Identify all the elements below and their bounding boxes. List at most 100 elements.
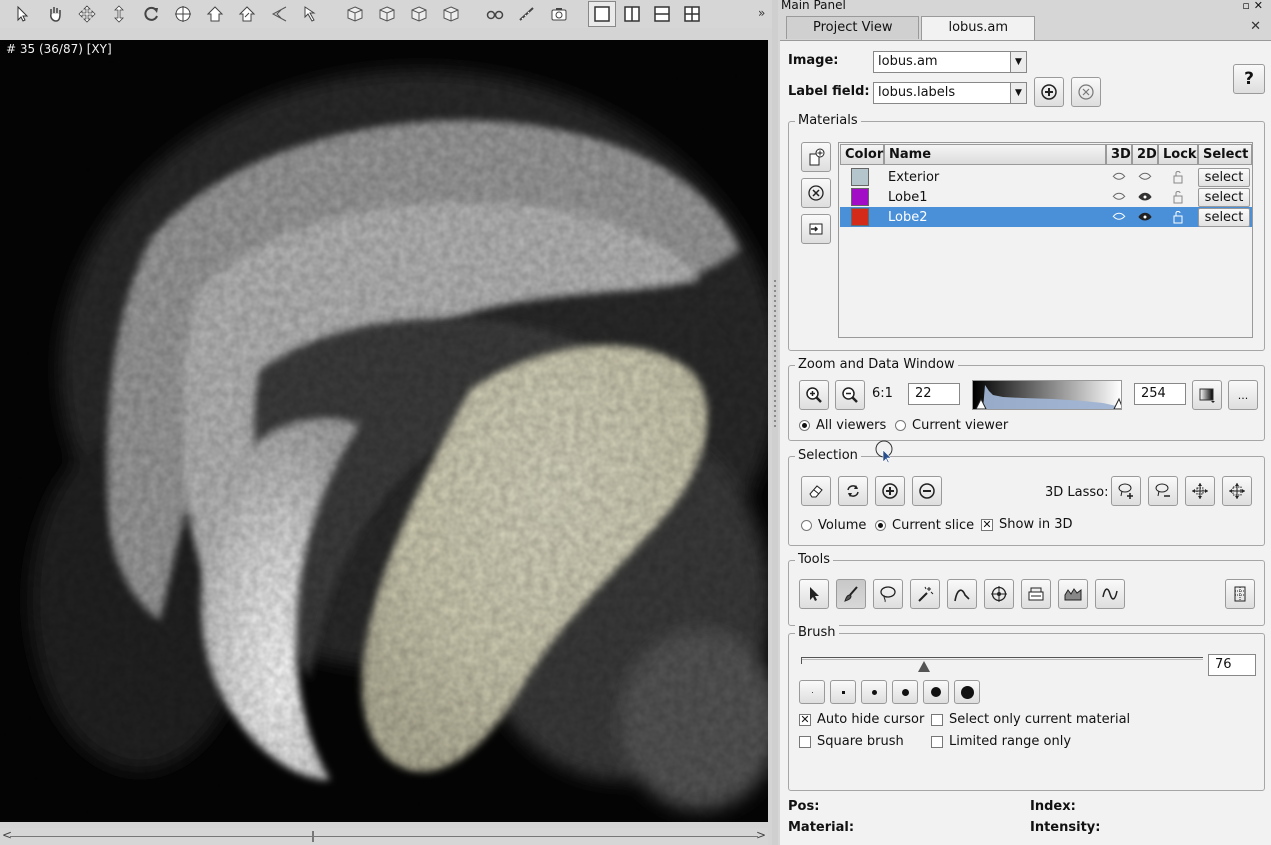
volume-option[interactable]: Volume <box>801 518 866 533</box>
livewire-tool-button[interactable] <box>1095 579 1125 609</box>
tool-options-button[interactable] <box>1225 579 1255 609</box>
colormap-button[interactable] <box>1192 380 1222 410</box>
more-options-button[interactable]: ... <box>1228 380 1258 410</box>
home-icon[interactable] <box>200 2 230 26</box>
close-tab-icon[interactable]: ✕ <box>1250 19 1261 34</box>
remove-material-button[interactable] <box>801 178 831 208</box>
perspective-icon[interactable] <box>264 2 294 26</box>
checkbox-checked-icon[interactable]: ✕ <box>799 713 811 726</box>
lasso-move-button[interactable] <box>1185 476 1215 506</box>
data-window-max[interactable]: 254 <box>1134 383 1186 405</box>
material-color-swatch[interactable] <box>851 208 869 226</box>
current-viewer-option[interactable]: Current viewer <box>895 418 1008 433</box>
image-select[interactable]: lobus.am ▼ <box>873 51 1027 73</box>
lasso-add-button[interactable] <box>1111 476 1141 506</box>
lasso-tool-button[interactable] <box>873 579 903 609</box>
header-name[interactable]: Name <box>884 144 1106 165</box>
eye-2d-icon[interactable] <box>1132 167 1158 187</box>
remove-labelfield-button[interactable] <box>1071 77 1101 107</box>
move-icon[interactable] <box>72 2 102 26</box>
four-view-layout[interactable] <box>678 1 706 27</box>
tab-project-view[interactable]: Project View <box>786 16 920 39</box>
show-in-3d-option[interactable]: ✕ Show in 3D <box>981 517 1072 532</box>
invert-selection-button[interactable] <box>838 476 868 506</box>
checkbox-icon[interactable] <box>931 713 943 726</box>
add-material-button[interactable] <box>801 142 831 172</box>
checkbox-icon[interactable] <box>931 735 943 748</box>
radio-selected-icon[interactable] <box>799 420 810 431</box>
set-home-icon[interactable] <box>232 2 262 26</box>
square-brush-option[interactable]: Square brush <box>799 734 904 749</box>
select-only-current-option[interactable]: Select only current material <box>931 712 1130 727</box>
pick-icon[interactable] <box>296 2 326 26</box>
horizontal-scrollbar[interactable]: < > <box>0 828 768 845</box>
material-row[interactable]: Lobe1 select <box>840 187 1252 207</box>
two-vertical-layout[interactable] <box>618 1 646 27</box>
all-viewers-option[interactable]: All viewers <box>799 418 886 433</box>
limited-range-option[interactable]: Limited range only <box>931 734 1071 749</box>
header-select[interactable]: Select <box>1198 144 1252 165</box>
eye-3d-icon[interactable] <box>1106 207 1132 227</box>
brush-size-2-button[interactable] <box>830 680 856 704</box>
clear-selection-button[interactable] <box>801 476 831 506</box>
material-row[interactable]: Exterior select <box>840 167 1252 187</box>
unlock-icon[interactable] <box>1158 207 1198 227</box>
rotate-icon[interactable] <box>136 2 166 26</box>
unlock-icon[interactable] <box>1158 187 1198 207</box>
scroll-thumb[interactable] <box>312 831 314 842</box>
labelfield-select[interactable]: lobus.labels ▼ <box>873 82 1027 104</box>
target-icon[interactable] <box>168 2 198 26</box>
view-z-icon[interactable] <box>404 2 434 26</box>
eye-3d-icon[interactable] <box>1106 167 1132 187</box>
magic-wand-tool-button[interactable] <box>910 579 940 609</box>
radio-icon[interactable] <box>801 520 812 531</box>
add-to-material-button[interactable] <box>875 476 905 506</box>
brush-tool-button[interactable] <box>836 579 866 609</box>
pick-tool-button[interactable] <box>799 579 829 609</box>
eye-2d-icon[interactable] <box>1132 207 1158 227</box>
header-3d[interactable]: 3D <box>1106 144 1132 165</box>
brush-size-1-button[interactable] <box>799 680 825 704</box>
view-y-icon[interactable] <box>372 2 402 26</box>
checkbox-checked-icon[interactable]: ✕ <box>981 518 993 531</box>
stereo-icon[interactable] <box>480 2 510 26</box>
panel-window-buttons[interactable]: ▫✕ <box>1242 0 1267 12</box>
two-horizontal-layout[interactable] <box>648 1 676 27</box>
vertical-move-icon[interactable] <box>104 2 134 26</box>
pointer-icon[interactable] <box>8 2 38 26</box>
material-color-swatch[interactable] <box>851 168 869 186</box>
measure-icon[interactable] <box>512 2 542 26</box>
zoom-in-button[interactable] <box>799 380 829 410</box>
viewer-expand-arrow[interactable]: » <box>758 6 765 20</box>
radio-selected-icon[interactable] <box>875 520 886 531</box>
histogram[interactable] <box>972 380 1124 410</box>
header-2d[interactable]: 2D <box>1132 144 1158 165</box>
scroll-right-arrow-icon[interactable]: > <box>756 828 766 842</box>
zoom-out-button[interactable] <box>835 380 865 410</box>
brush-size-field[interactable]: 76 <box>1208 654 1256 676</box>
checkbox-icon[interactable] <box>799 735 811 748</box>
blow-tool-button[interactable] <box>984 579 1014 609</box>
select-material-button[interactable]: select <box>1198 207 1250 227</box>
radio-icon[interactable] <box>895 420 906 431</box>
material-row-selected[interactable]: Lobe2 select <box>840 207 1252 227</box>
eye-2d-icon[interactable] <box>1132 187 1158 207</box>
brush-size-5-button[interactable] <box>923 680 949 704</box>
slider-thumb[interactable] <box>917 661 930 672</box>
brush-size-4-button[interactable] <box>892 680 918 704</box>
view-xyz-icon[interactable] <box>436 2 466 26</box>
current-slice-option[interactable]: Current slice <box>875 518 974 533</box>
subtract-from-material-button[interactable] <box>912 476 942 506</box>
header-lock[interactable]: Lock <box>1158 144 1198 165</box>
single-view-layout[interactable] <box>588 1 616 27</box>
help-button[interactable]: ? <box>1233 64 1265 94</box>
eye-3d-icon[interactable] <box>1106 187 1132 207</box>
new-labelfield-button[interactable] <box>1034 77 1064 107</box>
data-window-min[interactable]: 22 <box>908 383 960 405</box>
lasso-expand-button[interactable] <box>1222 476 1252 506</box>
auto-hide-cursor-option[interactable]: ✕ Auto hide cursor <box>799 712 924 727</box>
tab-lobus-am[interactable]: lobus.am <box>921 16 1036 41</box>
hand-icon[interactable] <box>40 2 70 26</box>
header-color[interactable]: Color <box>840 144 884 165</box>
material-color-swatch[interactable] <box>851 188 869 206</box>
